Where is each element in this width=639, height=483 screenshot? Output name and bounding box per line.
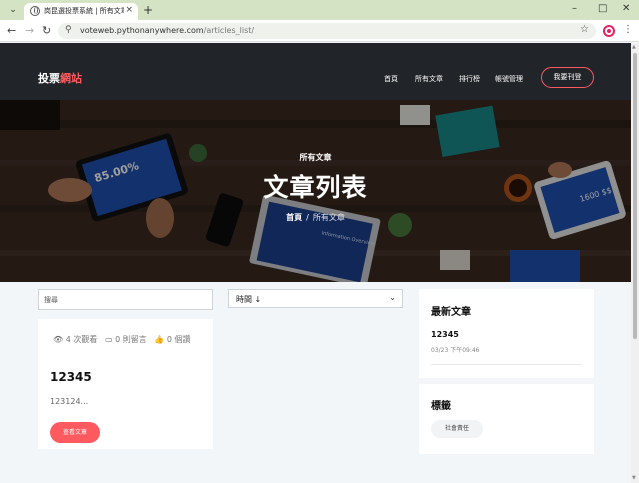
thumbs-up-icon: 👍 [154,335,165,344]
read-article-button[interactable]: 查看文章 [50,422,100,443]
tab-strip: ⌄ 岗昆選投票系統 | 所有文章 × + – □ ✕ [0,0,639,20]
latest-articles-heading: 最新文章 [431,307,471,318]
like-count: 0 個讚 [166,335,191,344]
comment-count: 0 則留言 [115,335,147,344]
scroll-down-icon[interactable]: ▼ [632,475,636,481]
sort-select[interactable]: 時間 ↓ ⌄ [228,289,403,308]
tab-search-icon[interactable]: ⌄ [6,4,20,16]
tags-heading: 標籤 [431,401,451,412]
address-bar: ← → ↻ ⚲ voteweb.pythonanywhere.com/artic… [0,20,639,42]
view-count: 4 次觀看 [65,335,98,344]
comment-icon: ▭ [104,335,113,344]
scrollbar-thumb[interactable] [633,53,637,339]
minimize-icon[interactable]: – [572,3,577,14]
close-tab-icon[interactable]: × [125,5,133,15]
article-card: 👁 4 次觀看 ▭ 0 則留言 👍 0 個讚 12345 123124... 查… [38,319,213,449]
article-title[interactable]: 12345 [50,370,92,384]
latest-article-date: 03/23 下午09:46 [431,347,480,354]
bookmark-star-icon[interactable]: ☆ [580,24,589,35]
profile-avatar-icon[interactable] [603,25,615,37]
latest-articles-widget: 最新文章 12345 03/23 下午09:46 [419,289,594,378]
url-field[interactable]: ⚲ voteweb.pythonanywhere.com/articles_li… [58,23,596,39]
active-tab[interactable]: 岗昆選投票系統 | 所有文章 × [24,3,138,20]
article-meta: 👁 4 次觀看 ▭ 0 則留言 👍 0 個讚 [53,334,203,346]
scroll-up-icon[interactable]: ▲ [632,44,636,50]
page-scrollbar[interactable]: ▲ ▼ [631,43,639,483]
article-excerpt: 123124... [50,397,89,406]
page-viewport: 投票網站 首頁 所有文章 排行榜 帳號管理 我要刊登 85.00% Inform… [0,43,631,483]
back-icon[interactable]: ← [7,24,16,37]
divider [431,364,581,365]
browser-menu-icon[interactable]: ⋮ [623,24,633,35]
site-info-icon[interactable]: ⚲ [65,25,72,35]
latest-article-link[interactable]: 12345 [431,330,459,339]
tag-pill[interactable]: 社會責任 [431,420,483,438]
reload-icon[interactable]: ↻ [42,24,51,37]
new-tab-icon[interactable]: + [143,3,153,17]
search-input[interactable] [38,289,213,310]
tab-title: 岗昆選投票系統 | 所有文章 [44,7,124,15]
globe-icon [30,6,40,16]
content-area: 時間 ↓ ⌄ 👁 4 次觀看 ▭ 0 則留言 👍 0 個讚 12345 1231… [0,43,631,483]
sort-select-value: 時間 ↓ [236,295,262,304]
close-window-icon[interactable]: ✕ [622,3,630,14]
maximize-icon[interactable]: □ [598,3,607,14]
forward-icon[interactable]: → [25,24,34,37]
eye-icon: 👁 [53,335,64,344]
tags-widget: 標籤 社會責任 [419,384,594,454]
chevron-down-icon: ⌄ [389,293,396,302]
url-text: voteweb.pythonanywhere.com/articles_list… [80,26,255,35]
